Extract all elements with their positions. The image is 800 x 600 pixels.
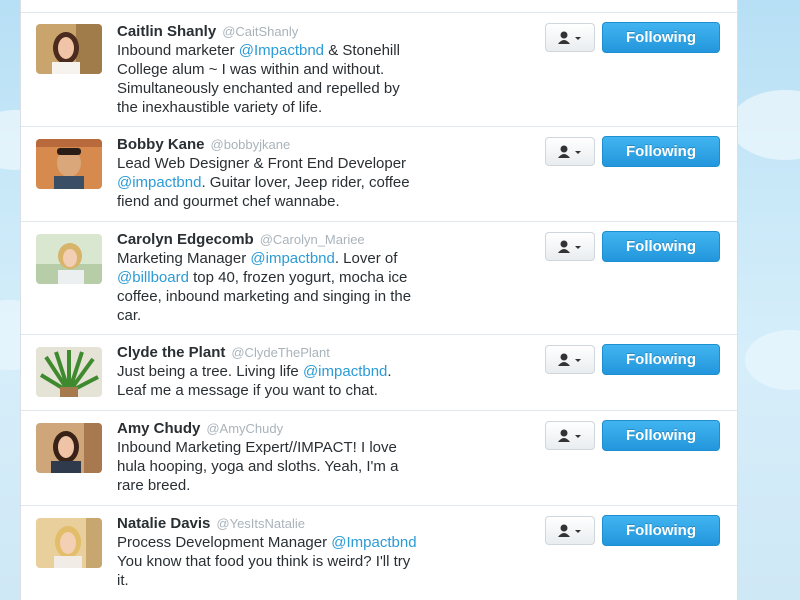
bio-text: rare breed. — [117, 477, 191, 494]
bio-text: & Stonehill — [324, 42, 400, 59]
following-button[interactable]: Following — [602, 136, 720, 167]
user-row-natalie-davis: Natalie Davis @YesItsNatalie Process Deve… — [21, 506, 737, 600]
bio-text: Inbound marketer — [117, 42, 239, 59]
background-cloud — [745, 330, 800, 390]
user-bio: Inbound marketer @Impactbnd & Stonehill … — [117, 41, 537, 117]
bio-text: top 40, frozen yogurt, mocha ice — [188, 269, 408, 286]
bio-text: Lead Web Designer & Front End Developer — [117, 155, 407, 172]
user-name[interactable]: Caitlin Shanly — [117, 23, 216, 40]
user-actions-dropdown[interactable] — [545, 232, 595, 261]
user-row-amy-chudy: Amy Chudy @AmyChudy Inbound Marketing Exp… — [21, 411, 737, 506]
user-row-carolyn-edgecomb: Carolyn Edgecomb @Carolyn_Mariee Marketin… — [21, 222, 737, 335]
user-bio: Process Development Manager @Impactbnd Y… — [117, 533, 537, 590]
user-name[interactable]: Amy Chudy — [117, 420, 200, 437]
following-button[interactable]: Following — [602, 344, 720, 375]
user-name[interactable]: Bobby Kane — [117, 136, 205, 153]
bio-text: Inbound Marketing Expert//IMPACT! I love — [117, 439, 397, 456]
mention-link[interactable]: @impactbnd — [250, 250, 334, 267]
user-name[interactable]: Natalie Davis — [117, 515, 210, 532]
person-icon — [558, 524, 581, 537]
bio-text: car. — [117, 307, 142, 324]
user-name[interactable]: Carolyn Edgecomb — [117, 231, 254, 248]
bio-text: Just being a tree. Living life — [117, 363, 303, 380]
user-bio: Marketing Manager @impactbnd. Lover of @… — [117, 249, 537, 325]
user-row-clyde-the-plant: Clyde the Plant @ClydeThePlant Just being… — [21, 335, 737, 411]
avatar[interactable] — [36, 347, 102, 397]
bio-text: coffee, inbound marketing and singing in… — [117, 288, 412, 305]
person-icon — [558, 429, 581, 442]
person-icon — [558, 145, 581, 158]
bio-text: College alum ~ I was within and without. — [117, 61, 385, 78]
following-button[interactable]: Following — [602, 515, 720, 546]
user-handle[interactable]: @ClydeThePlant — [231, 345, 329, 360]
user-handle[interactable]: @YesItsNatalie — [216, 516, 305, 531]
mention-link[interactable]: @Impactbnd — [331, 534, 416, 551]
user-bio: Inbound Marketing Expert//IMPACT! I love… — [117, 438, 537, 495]
bio-text: the inexhaustible variety of life. — [117, 99, 323, 116]
bio-text: . Lover of — [334, 250, 398, 267]
mention-link[interactable]: @Impactbnd — [239, 42, 324, 59]
bio-text: Leaf me a message if you want to chat. — [117, 382, 378, 399]
bio-text: Simultaneously enchanted and repelled by — [117, 80, 400, 97]
following-list-panel: Caitlin Shanly @CaitShanly Inbound market… — [20, 0, 738, 600]
bio-text: it. — [117, 572, 129, 589]
bio-text: Process Development Manager — [117, 534, 332, 551]
person-icon — [558, 353, 581, 366]
bio-text: hula hooping, yoga and sloths. Yeah, I'm… — [117, 458, 399, 475]
user-actions-dropdown[interactable] — [545, 23, 595, 52]
avatar[interactable] — [36, 518, 102, 568]
user-handle[interactable]: @AmyChudy — [206, 421, 283, 436]
following-button[interactable]: Following — [602, 231, 720, 262]
bio-text: fiend and gourmet chef wannabe. — [117, 193, 340, 210]
background-cloud — [730, 90, 800, 160]
user-row-bobby-kane: Bobby Kane @bobbyjkane Lead Web Designer … — [21, 127, 737, 222]
avatar[interactable] — [36, 24, 102, 74]
bio-text: You know that food you think is weird? I… — [117, 553, 411, 570]
following-button[interactable]: Following — [602, 22, 720, 53]
bio-text: Marketing Manager — [117, 250, 251, 267]
following-button[interactable]: Following — [602, 420, 720, 451]
user-actions-dropdown[interactable] — [545, 516, 595, 545]
mention-link[interactable]: @impactbnd — [303, 363, 387, 380]
user-bio: Lead Web Designer & Front End Developer … — [117, 154, 537, 211]
person-icon — [558, 240, 581, 253]
user-name[interactable]: Clyde the Plant — [117, 344, 225, 361]
user-actions-dropdown[interactable] — [545, 421, 595, 450]
avatar[interactable] — [36, 234, 102, 284]
mention-link[interactable]: @billboard — [117, 269, 189, 286]
user-handle[interactable]: @bobbyjkane — [211, 137, 291, 152]
person-icon — [558, 31, 581, 44]
user-bio: Just being a tree. Living life @impactbn… — [117, 362, 537, 400]
avatar[interactable] — [36, 139, 102, 189]
user-row-caitlin-shanly: Caitlin Shanly @CaitShanly Inbound market… — [21, 12, 737, 127]
bio-text: . Guitar lover, Jeep rider, coffee — [201, 174, 410, 191]
user-actions-dropdown[interactable] — [545, 137, 595, 166]
user-handle[interactable]: @CaitShanly — [222, 24, 298, 39]
user-handle[interactable]: @Carolyn_Mariee — [260, 232, 365, 247]
user-actions-dropdown[interactable] — [545, 345, 595, 374]
avatar[interactable] — [36, 423, 102, 473]
mention-link[interactable]: @impactbnd — [117, 174, 201, 191]
bio-text: . — [387, 363, 392, 380]
